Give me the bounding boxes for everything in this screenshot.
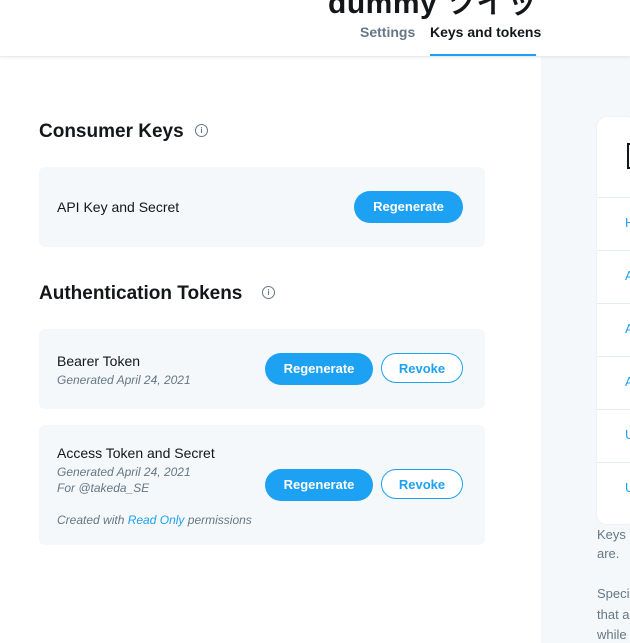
access-token-label: Access Token and Secret <box>57 445 215 461</box>
app-title: dummy ツイッ <box>328 0 538 20</box>
sidebar-text-line: while <box>597 627 627 642</box>
tab-keys-and-tokens[interactable]: Keys and tokens <box>430 24 541 40</box>
read-only-link[interactable]: Read Only <box>128 513 185 527</box>
sidebar-link-row[interactable]: A <box>597 303 630 356</box>
info-icon[interactable]: i <box>195 124 208 137</box>
tab-settings[interactable]: Settings <box>360 24 415 40</box>
access-token-generated-date: Generated April 24, 2021 <box>57 465 191 479</box>
access-regenerate-button[interactable]: Regenerate <box>265 469 373 501</box>
sidebar-card: H A A A U U <box>597 117 630 524</box>
sidebar-text-line: that a <box>597 607 630 622</box>
bearer-token-card: Bearer Token Generated April 24, 2021 Re… <box>39 329 485 409</box>
bearer-token-label: Bearer Token <box>57 353 141 369</box>
api-key-label: API Key and Secret <box>57 199 180 215</box>
sidebar-text-line: Speci <box>597 586 630 601</box>
access-token-card: Access Token and Secret Generated April … <box>39 425 485 545</box>
api-key-card: API Key and Secret Regenerate <box>39 167 485 247</box>
sidebar-text-line: are. <box>597 546 620 561</box>
sidebar-link-row[interactable]: A <box>597 356 630 409</box>
consumer-keys-heading: Consumer Keys <box>39 121 184 142</box>
authentication-tokens-heading: Authentication Tokens <box>39 283 243 304</box>
right-sidebar: H A A A U U Keys are. Speci that a while <box>541 57 630 643</box>
access-token-permissions-note: Created with Read Only permissions <box>57 513 252 527</box>
top-nav-bar: dummy ツイッ Settings Keys and tokens <box>0 0 630 57</box>
sidebar-text-line: Keys <box>597 527 626 542</box>
sidebar-link-row[interactable]: A <box>597 250 630 303</box>
access-revoke-button[interactable]: Revoke <box>381 469 463 499</box>
bearer-regenerate-button[interactable]: Regenerate <box>265 353 373 385</box>
info-icon[interactable]: i <box>262 286 275 299</box>
active-tab-indicator <box>430 54 536 56</box>
api-key-regenerate-button[interactable]: Regenerate <box>354 191 463 223</box>
bearer-token-generated-date: Generated April 24, 2021 <box>57 373 191 387</box>
access-token-owner: For @takeda_SE <box>57 481 150 495</box>
sidebar-link-row[interactable]: U <box>597 409 630 462</box>
bearer-revoke-button[interactable]: Revoke <box>381 353 463 383</box>
sidebar-link-row[interactable]: H <box>597 197 630 250</box>
sidebar-link-row[interactable]: U <box>597 462 630 515</box>
